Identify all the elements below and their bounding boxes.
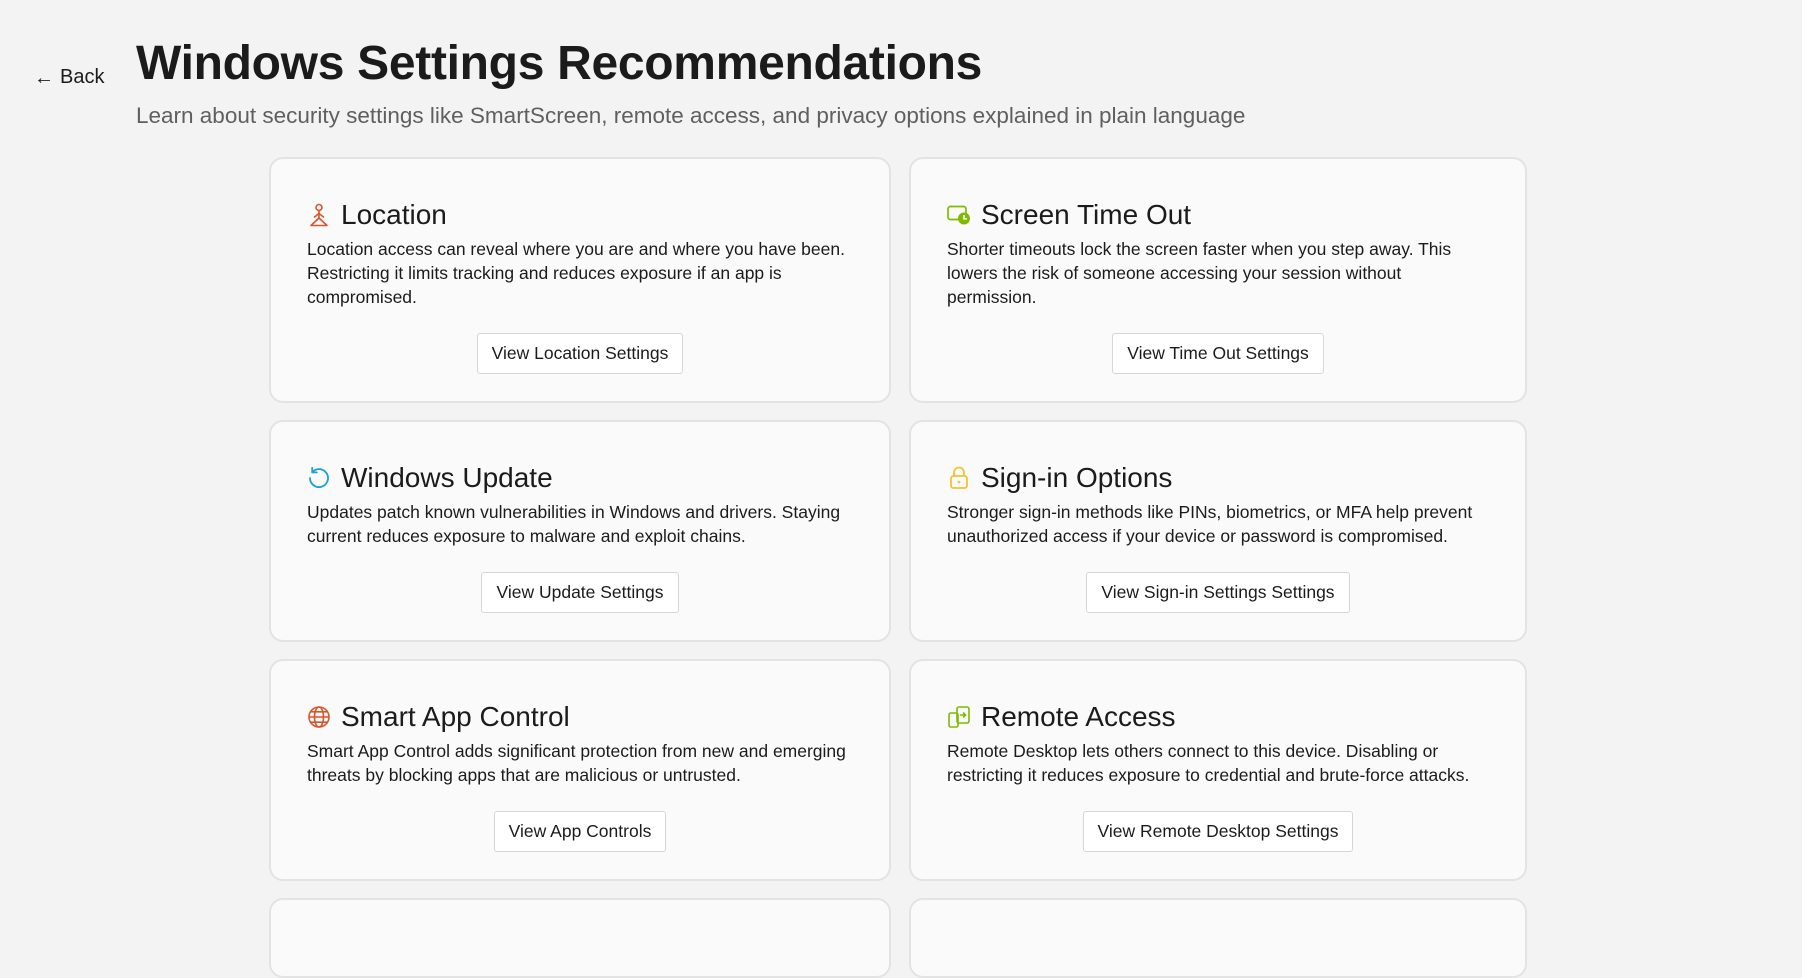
- page-subtitle: Learn about security settings like Smart…: [136, 102, 1246, 128]
- lock-icon: [947, 466, 971, 490]
- card-actions: View Time Out Settings: [947, 333, 1489, 374]
- card-header: Windows Update: [307, 462, 853, 494]
- card-partial: [269, 898, 891, 978]
- card-title: Remote Access: [981, 701, 1176, 732]
- card-description: Updates patch known vulnerabilities in W…: [307, 502, 841, 546]
- card-header: Remote Access: [947, 701, 1489, 733]
- card-header: Screen Time Out: [947, 199, 1489, 231]
- card-windows-update: Windows Update Updates patch known vulne…: [269, 420, 891, 642]
- card-description: Stronger sign-in methods like PINs, biom…: [947, 502, 1473, 546]
- recommendations-grid: Location Location access can reveal wher…: [269, 157, 1527, 978]
- card-title: Smart App Control: [341, 701, 570, 732]
- card-remote-access: Remote Access Remote Desktop lets others…: [909, 659, 1527, 881]
- card-description: Smart App Control adds significant prote…: [307, 741, 846, 785]
- page-title: Windows Settings Recommendations: [136, 37, 983, 90]
- page-header: Windows Settings Recommendations Learn a…: [136, 37, 1246, 129]
- card-actions: View Remote Desktop Settings: [947, 811, 1489, 852]
- view-app-controls-button[interactable]: View App Controls: [493, 811, 667, 852]
- card-location: Location Location access can reveal wher…: [269, 157, 891, 403]
- card-title: Sign-in Options: [981, 462, 1173, 493]
- card-actions: View App Controls: [307, 811, 853, 852]
- card-title: Windows Update: [341, 462, 553, 493]
- view-update-settings-button[interactable]: View Update Settings: [481, 572, 679, 613]
- refresh-icon: [307, 466, 331, 490]
- card-header: Sign-in Options: [947, 462, 1489, 494]
- view-sign-in-settings-button[interactable]: View Sign-in Settings Settings: [1086, 572, 1350, 613]
- card-title: Location: [341, 199, 447, 230]
- card-description: Shorter timeouts lock the screen faster …: [947, 239, 1452, 307]
- card-screen-time-out: Screen Time Out Shorter timeouts lock th…: [909, 157, 1527, 403]
- card-description: Location access can reveal where you are…: [307, 239, 845, 307]
- view-location-settings-button[interactable]: View Location Settings: [476, 333, 684, 374]
- globe-icon: [307, 705, 331, 729]
- card-actions: View Update Settings: [307, 572, 853, 613]
- card-title: Screen Time Out: [981, 199, 1192, 230]
- back-label: Back: [60, 66, 105, 88]
- card-actions: View Location Settings: [307, 333, 853, 374]
- back-button[interactable]: ← Back: [34, 66, 104, 89]
- screen-clock-icon: [947, 203, 971, 227]
- card-smart-app-control: Smart App Control Smart App Control adds…: [269, 659, 891, 881]
- card-header: Smart App Control: [307, 701, 853, 733]
- view-remote-desktop-settings-button[interactable]: View Remote Desktop Settings: [1082, 811, 1354, 852]
- card-description: Remote Desktop lets others connect to th…: [947, 741, 1470, 785]
- card-header: Location: [307, 199, 853, 231]
- back-arrow-icon: ←: [34, 66, 54, 89]
- view-time-out-settings-button[interactable]: View Time Out Settings: [1112, 333, 1324, 374]
- card-actions: View Sign-in Settings Settings: [947, 572, 1489, 613]
- card-partial: [909, 898, 1527, 978]
- remote-devices-icon: [947, 705, 971, 729]
- card-sign-in-options: Sign-in Options Stronger sign-in methods…: [909, 420, 1527, 642]
- location-person-icon: [307, 203, 331, 227]
